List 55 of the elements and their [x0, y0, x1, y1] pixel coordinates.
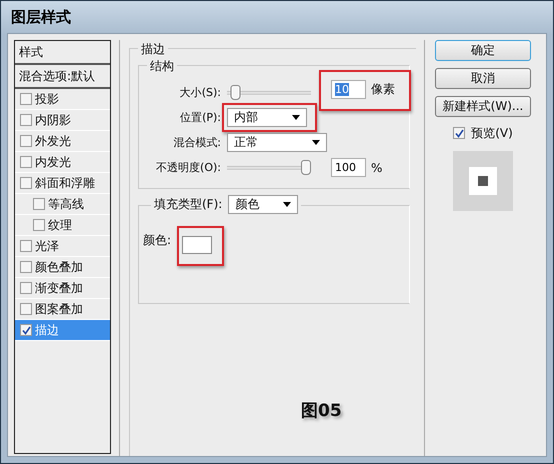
caret-icon: [292, 115, 300, 120]
checkbox[interactable]: [20, 240, 32, 252]
field-label: 填充类型(F):: [154, 196, 222, 213]
checkbox[interactable]: [20, 114, 32, 126]
list-header: 样式: [15, 41, 110, 65]
dialog-button[interactable]: 确定: [435, 40, 531, 61]
style-list-item[interactable]: 斜面和浮雕: [15, 173, 110, 194]
dropdown[interactable]: 内部: [227, 108, 307, 127]
dialog-button[interactable]: 新建样式(W)...: [435, 96, 531, 117]
style-list-item[interactable]: 等高线: [15, 194, 110, 215]
checkbox[interactable]: [20, 261, 32, 273]
figure-caption: 图05: [301, 400, 342, 422]
checkbox[interactable]: [20, 93, 32, 105]
checkmark-icon: [22, 326, 30, 334]
unit-label: 像素: [371, 81, 395, 98]
window-title: 图层样式: [10, 6, 72, 28]
caret-icon: [312, 140, 320, 145]
checkbox[interactable]: [20, 303, 32, 315]
checkbox[interactable]: [33, 198, 45, 210]
color-swatch[interactable]: [182, 236, 212, 254]
style-list-item[interactable]: 外发光: [15, 131, 110, 152]
style-list-item[interactable]: 投影: [15, 89, 110, 110]
style-list-item[interactable]: 颜色叠加: [15, 257, 110, 278]
slider-thumb[interactable]: [230, 85, 241, 100]
field-label: 混合模式:: [172, 135, 221, 150]
field-label: 不透明度(O):: [155, 160, 221, 175]
dialog-button[interactable]: 取消: [435, 68, 531, 89]
unit-label: %: [371, 160, 382, 174]
checkbox[interactable]: [453, 127, 466, 139]
checkbox[interactable]: [20, 282, 32, 294]
group-title: 描边: [138, 41, 168, 58]
group-title: 结构: [147, 58, 177, 75]
style-list-item[interactable]: 内阴影: [15, 110, 110, 131]
checkbox[interactable]: [20, 135, 32, 147]
checkbox[interactable]: [20, 156, 32, 168]
preview-thumbnail: [453, 151, 513, 211]
field-label: 大小(S):: [178, 85, 221, 100]
field-label: 颜色:: [143, 232, 172, 249]
number-field[interactable]: 10: [331, 80, 366, 99]
blend-options-item[interactable]: 混合选项:默认: [15, 65, 110, 89]
caret-icon: [283, 202, 292, 207]
slider-thumb[interactable]: [301, 160, 311, 175]
checkbox[interactable]: [33, 219, 45, 231]
checkbox[interactable]: [20, 177, 32, 189]
style-list-item[interactable]: 纹理: [15, 215, 110, 236]
dropdown[interactable]: 正常: [227, 133, 327, 152]
number-field[interactable]: 100: [331, 158, 366, 177]
dropdown[interactable]: 颜色: [228, 195, 298, 214]
style-list-item[interactable]: 渐变叠加: [15, 278, 110, 299]
field-label: 位置(P):: [179, 110, 221, 125]
style-list-item[interactable]: 内发光: [15, 152, 110, 173]
checkmark-icon: [454, 128, 464, 138]
checkbox[interactable]: [20, 324, 32, 336]
checkbox-label: 预览(V): [471, 124, 513, 142]
style-list-item[interactable]: 光泽: [15, 236, 110, 257]
